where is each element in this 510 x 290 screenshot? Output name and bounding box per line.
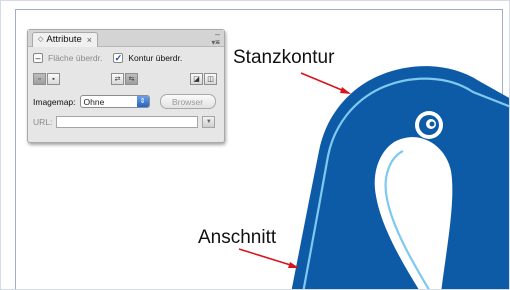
panel-menu-icon[interactable]: ▾≡ (211, 38, 220, 47)
tab-attribute-label: Attribute (46, 34, 82, 45)
center-point-off-button[interactable]: ▫ (33, 73, 46, 85)
document-frame: Stanzkontur Anschnitt ◇ Attribute × – × ▾… (0, 0, 510, 290)
url-label: URL: (33, 117, 53, 127)
anschnitt-arrow (238, 248, 298, 268)
fill-overprint-checkbox[interactable]: – (33, 53, 43, 63)
browser-button[interactable]: Browser (159, 94, 216, 109)
center-point-on-button[interactable]: ▪ (47, 73, 60, 85)
url-row: URL: ▼ (33, 116, 216, 128)
tab-close-icon[interactable]: × (87, 33, 92, 47)
penguin-eye-center (429, 121, 435, 127)
reverse-path-right-button[interactable]: ⇆ (125, 73, 138, 85)
callout-stanzkontur: Stanzkontur (233, 47, 335, 68)
evenodd-fill-button[interactable]: ◫ (204, 73, 217, 85)
stroke-overprint-label: Kontur überdr. (128, 53, 183, 63)
tab-attribute[interactable]: ◇ Attribute × (32, 32, 99, 47)
stroke-overprint-checkbox[interactable]: ✓ (113, 53, 124, 63)
imagemap-value: Ohne (83, 96, 105, 107)
attribute-panel: ◇ Attribute × – × ▾≡ – Fläche überdr. ✓ K… (27, 29, 225, 143)
stanzkontur-arrowhead (340, 87, 351, 94)
nonzero-winding-button[interactable]: ◪ (190, 73, 203, 85)
url-input[interactable] (56, 116, 199, 128)
select-arrow-icon: ⇕ (136, 96, 149, 107)
reverse-path-left-button[interactable]: ⇄ (111, 73, 124, 85)
tab-diamond-icon: ◇ (38, 36, 44, 43)
url-dropdown-icon[interactable]: ▼ (202, 116, 216, 128)
imagemap-row: Imagemap: Ohne ⇕ Browser (33, 94, 216, 109)
imagemap-select[interactable]: Ohne ⇕ (79, 95, 150, 108)
imagemap-label: Imagemap: (33, 96, 76, 107)
fill-overprint-label: Fläche überdr. (48, 53, 103, 63)
overprint-row: – Fläche überdr. ✓ Kontur überdr. (33, 53, 182, 63)
callout-anschnitt: Anschnitt (198, 227, 277, 248)
